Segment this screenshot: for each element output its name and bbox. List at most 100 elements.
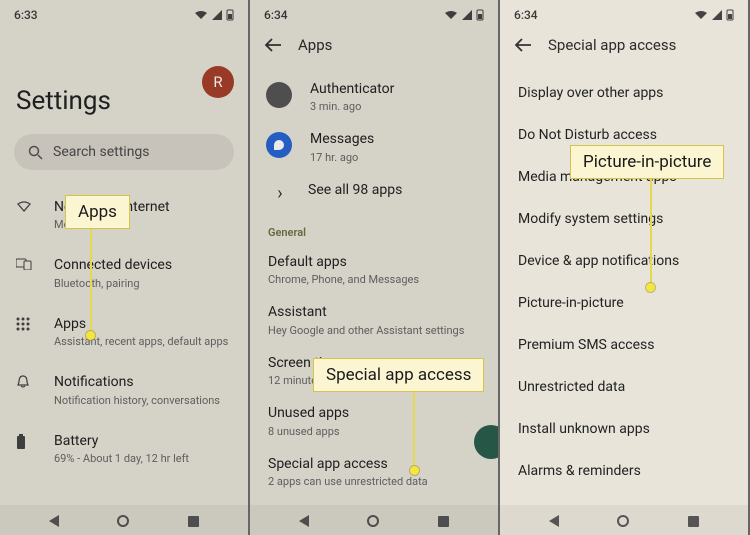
battery-icon — [726, 9, 734, 21]
special-item[interactable]: Display over other apps — [500, 72, 748, 114]
recent-app-authenticator[interactable]: Authenticator 3 min. ago — [250, 72, 498, 122]
special-item[interactable]: Usage access — [500, 492, 748, 505]
special-item[interactable]: Premium SMS access — [500, 324, 748, 366]
nav-back[interactable] — [299, 515, 309, 527]
header: Apps — [250, 26, 498, 72]
item-sub: Bluetooth, pairing — [54, 277, 232, 291]
nav-home[interactable] — [617, 515, 629, 527]
status-time: 6:34 — [264, 8, 288, 22]
callout-pip: Picture-in-picture — [570, 145, 724, 179]
authenticator-icon — [266, 82, 292, 108]
special-item[interactable]: Install unknown apps — [500, 408, 748, 450]
status-time: 6:34 — [514, 8, 538, 22]
search-icon — [28, 145, 43, 160]
status-bar: 6:33 — [0, 0, 248, 26]
nav-back[interactable] — [49, 515, 59, 527]
signal-icon — [462, 10, 472, 20]
wifi-icon — [194, 10, 208, 20]
back-button[interactable] — [264, 38, 282, 52]
nav-bar — [500, 505, 748, 535]
item-sub: 17 hr. ago — [310, 151, 482, 165]
settings-item-battery[interactable]: Battery 69% - About 1 day, 12 hr left — [0, 420, 248, 478]
messages-icon — [266, 132, 292, 158]
apps-item-assistant[interactable]: Assistant Hey Google and other Assistant… — [250, 295, 498, 345]
nav-recent[interactable] — [688, 516, 699, 527]
item-label: See all 98 apps — [308, 181, 482, 199]
battery-icon — [226, 9, 234, 21]
nav-recent[interactable] — [438, 516, 449, 527]
apps-content: Authenticator 3 min. ago Messages 17 hr.… — [250, 72, 498, 505]
item-label: Authenticator — [310, 80, 482, 98]
apps-item-unused[interactable]: Unused apps 8 unused apps — [250, 396, 498, 446]
nav-home[interactable] — [117, 515, 129, 527]
highlight-dot — [86, 331, 95, 340]
status-icons — [444, 9, 484, 21]
devices-icon — [16, 258, 36, 270]
nav-recent[interactable] — [188, 516, 199, 527]
settings-content: R Settings Search settings Network & int… — [0, 26, 248, 505]
item-label: Battery — [54, 432, 232, 450]
item-label: Apps — [54, 315, 232, 333]
callout-line — [413, 388, 415, 468]
signal-icon — [712, 10, 722, 20]
callout-apps: Apps — [65, 195, 130, 229]
nav-back[interactable] — [549, 515, 559, 527]
wifi-icon — [444, 10, 458, 20]
section-general: General — [250, 212, 498, 245]
apps-item-special-access[interactable]: Special app access 2 apps can use unrest… — [250, 447, 498, 497]
status-time: 6:33 — [14, 8, 38, 22]
screenshot-apps: 6:34 Apps Authenticator 3 min. ago Messa… — [250, 0, 500, 535]
item-sub: 3 min. ago — [310, 100, 482, 114]
status-icons — [694, 9, 734, 21]
special-item[interactable]: Device & app notifications — [500, 240, 748, 282]
search-input[interactable]: Search settings — [14, 134, 234, 170]
header-title: Special app access — [548, 36, 676, 54]
see-all-apps[interactable]: › See all 98 apps — [250, 173, 498, 212]
highlight-dot — [410, 466, 419, 475]
wifi-icon — [694, 10, 708, 20]
search-placeholder: Search settings — [53, 144, 150, 160]
screenshot-settings: 6:33 R Settings Search settings Network … — [0, 0, 250, 535]
item-label: Messages — [310, 130, 482, 148]
recent-app-messages[interactable]: Messages 17 hr. ago — [250, 122, 498, 172]
apps-icon — [16, 317, 36, 331]
special-item-pip[interactable]: Picture-in-picture — [500, 282, 748, 324]
item-label: Unused apps — [268, 404, 482, 422]
apps-item-default[interactable]: Default apps Chrome, Phone, and Messages — [250, 245, 498, 295]
battery-icon — [16, 434, 36, 450]
status-bar: 6:34 — [500, 0, 748, 26]
header: Special app access — [500, 26, 748, 72]
nav-home[interactable] — [367, 515, 379, 527]
status-icons — [194, 9, 234, 21]
item-label: Notifications — [54, 373, 232, 391]
header-title: Apps — [298, 36, 332, 54]
special-item[interactable]: Unrestricted data — [500, 366, 748, 408]
nav-bar — [0, 505, 248, 535]
item-sub: 2 apps can use unrestricted data — [268, 475, 482, 489]
settings-item-apps[interactable]: Apps Assistant, recent apps, default app… — [0, 303, 248, 361]
callout-line — [90, 225, 92, 333]
back-button[interactable] — [514, 38, 532, 52]
avatar[interactable]: R — [202, 66, 234, 98]
highlight-dot — [646, 283, 655, 292]
item-sub: Notification history, conversations — [54, 394, 232, 408]
item-sub: 8 unused apps — [268, 425, 482, 439]
item-sub: Assistant, recent apps, default apps — [54, 335, 232, 349]
settings-item-notifications[interactable]: Notifications Notification history, conv… — [0, 361, 248, 419]
status-bar: 6:34 — [250, 0, 498, 26]
signal-icon — [212, 10, 222, 20]
item-sub: Hey Google and other Assistant settings — [268, 324, 482, 338]
screenshot-special-access: 6:34 Special app access Display over oth… — [500, 0, 750, 535]
item-label: Connected devices — [54, 256, 232, 274]
special-item[interactable]: Modify system settings — [500, 198, 748, 240]
special-item[interactable]: Alarms & reminders — [500, 450, 748, 492]
chevron-right-icon: › — [270, 183, 290, 204]
settings-item-connected[interactable]: Connected devices Bluetooth, pairing — [0, 244, 248, 302]
item-label: Assistant — [268, 303, 482, 321]
item-sub: 69% - About 1 day, 12 hr left — [54, 452, 232, 466]
item-sub: Chrome, Phone, and Messages — [268, 273, 482, 287]
bell-icon — [16, 375, 36, 389]
item-label: Special app access — [268, 455, 482, 473]
item-label: Default apps — [268, 253, 482, 271]
battery-icon — [476, 9, 484, 21]
